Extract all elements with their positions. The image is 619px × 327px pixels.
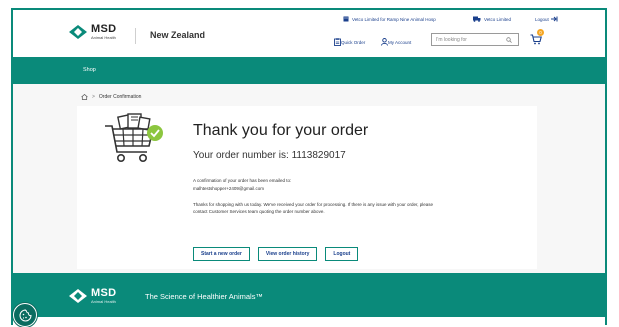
- user-icon: [381, 38, 388, 46]
- confirmation-card: Thank you for your order Your order numb…: [77, 106, 537, 269]
- account-link-clinic-label: Vetco Limited for Ramp Nine Animal Hosp: [352, 16, 436, 22]
- account-link-vetco[interactable]: Vetco Limited: [473, 16, 511, 22]
- view-order-history-button[interactable]: View order history: [257, 247, 318, 261]
- site-header: MSD Animal Health New Zealand Vetco Limi…: [13, 10, 605, 57]
- footer-logo[interactable]: MSD Animal Health: [69, 288, 116, 304]
- msd-logo-icon: [69, 25, 87, 39]
- nav-item-shop[interactable]: Shop: [83, 67, 96, 73]
- logout-button[interactable]: Logout: [325, 247, 359, 261]
- account-link-vetco-label: Vetco Limited: [484, 16, 512, 22]
- email-address: malhtestshopper+2409@gmail.com: [193, 186, 264, 191]
- confirmation-message: Thanks for shopping with us today. We've…: [193, 202, 434, 214]
- main-nav: Shop: [13, 57, 605, 84]
- clipboard-icon: [334, 38, 341, 46]
- cart-button[interactable]: 0: [530, 29, 544, 50]
- msd-logo-icon: [69, 289, 87, 303]
- country-name: New Zealand: [150, 30, 206, 40]
- order-number: Your order number is: 1113829017: [193, 150, 346, 161]
- breadcrumb: > Order Confirmation: [81, 94, 141, 100]
- breadcrumb-current: Order Confirmation: [98, 94, 142, 100]
- footer-logo-brand: MSD: [91, 287, 117, 299]
- confirmation-title: Thank you for your order: [193, 122, 369, 139]
- my-account-label: My Account: [388, 39, 412, 45]
- search-icon[interactable]: [506, 36, 512, 43]
- site-footer: MSD Animal Health The Science of Healthi…: [13, 273, 605, 317]
- quick-order-label: Quick Order: [341, 39, 366, 45]
- my-account-link[interactable]: My Account: [381, 38, 411, 46]
- main-content: > Order Confirmation Thank you for your …: [13, 84, 605, 273]
- quick-order-link[interactable]: Quick Order: [334, 38, 365, 46]
- msd-logo[interactable]: MSD Animal Health: [69, 24, 116, 40]
- search-box[interactable]: [431, 33, 519, 46]
- logout-link-label: Logout: [535, 16, 549, 22]
- logo-subtitle: Animal Health: [91, 35, 116, 40]
- shopping-cart-check-icon: [105, 113, 163, 162]
- logout-icon: [550, 16, 558, 22]
- footer-tagline: The Science of Healthier Animals™: [145, 292, 263, 301]
- cookie-icon: [19, 308, 32, 321]
- logo-brand: MSD: [91, 23, 117, 35]
- truck-icon: [473, 16, 481, 22]
- search-input[interactable]: [436, 36, 506, 43]
- start-new-order-button[interactable]: Start a new order: [193, 247, 250, 261]
- logout-link[interactable]: Logout: [535, 16, 558, 22]
- footer-logo-subtitle: Animal Health: [91, 299, 116, 304]
- building-icon: [343, 16, 349, 22]
- cart-count-badge: 0: [537, 29, 544, 36]
- home-icon[interactable]: [81, 94, 88, 100]
- account-link-clinic[interactable]: Vetco Limited for Ramp Nine Animal Hosp: [343, 16, 436, 22]
- breadcrumb-separator: >: [92, 94, 95, 100]
- cookie-settings-button[interactable]: [13, 303, 37, 327]
- page-frame: MSD Animal Health New Zealand Vetco Limi…: [11, 8, 607, 325]
- header-divider: [135, 28, 136, 44]
- action-buttons: Start a new order View order history Log…: [193, 247, 366, 261]
- email-notice: A confirmation of your order has been em…: [193, 178, 292, 183]
